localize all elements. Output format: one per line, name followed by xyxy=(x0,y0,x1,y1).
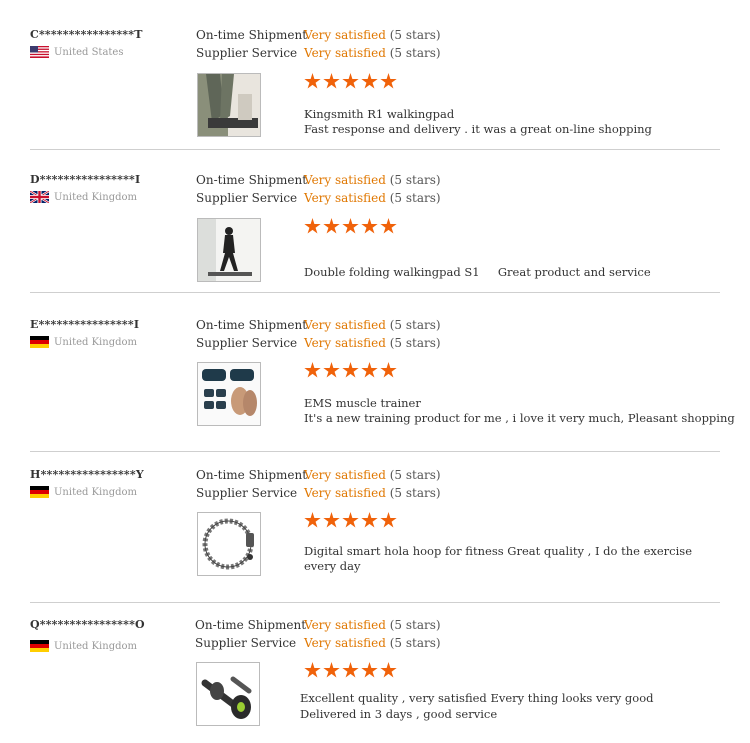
country-name: United Kingdom xyxy=(54,640,137,652)
supplier-label: Supplier Service xyxy=(195,636,297,650)
on-time-label: On-time Shipment xyxy=(196,318,308,332)
on-time-label: On-time Shipment xyxy=(196,173,308,187)
buyer-name: E****************I xyxy=(30,318,140,331)
star-icon xyxy=(342,218,359,234)
star-rating xyxy=(304,512,399,532)
star-rating xyxy=(304,218,399,238)
star-icon xyxy=(304,73,321,89)
star-icon xyxy=(361,218,378,234)
uk-flag-icon xyxy=(30,191,49,203)
supplier-rating: Very satisfied (5 stars) xyxy=(304,46,441,60)
country: United Kingdom xyxy=(30,486,137,498)
on-time-label: On-time Shipment xyxy=(195,618,307,632)
supplier-rating: Very satisfied (5 stars) xyxy=(304,336,441,350)
star-icon xyxy=(361,512,378,528)
country-name: United Kingdom xyxy=(54,486,137,498)
country: United Kingdom xyxy=(30,640,137,652)
star-icon xyxy=(380,218,397,234)
country-name: United Kingdom xyxy=(54,191,137,203)
on-time-rating: Very satisfied (5 stars) xyxy=(304,318,441,332)
star-rating xyxy=(304,362,399,382)
review-photo[interactable] xyxy=(197,218,261,282)
star-icon xyxy=(304,662,321,678)
on-time-rating: Very satisfied (5 stars) xyxy=(304,173,441,187)
us-flag-icon xyxy=(30,46,49,58)
review-photo[interactable] xyxy=(197,512,261,576)
de-flag-icon xyxy=(30,486,49,498)
supplier-label: Supplier Service xyxy=(196,486,298,500)
star-icon xyxy=(342,362,359,378)
review-text: It's a new training product for me , i l… xyxy=(304,411,735,425)
country: United States xyxy=(30,46,123,58)
buyer-name: H****************Y xyxy=(30,468,144,481)
supplier-label: Supplier Service xyxy=(196,191,298,205)
on-time-label: On-time Shipment xyxy=(196,468,308,482)
star-rating xyxy=(304,73,399,93)
supplier-rating: Very satisfied (5 stars) xyxy=(304,191,441,205)
on-time-label: On-time Shipment xyxy=(196,28,308,42)
supplier-label: Supplier Service xyxy=(196,46,298,60)
on-time-rating: Very satisfied (5 stars) xyxy=(304,28,441,42)
review-photo[interactable] xyxy=(196,662,260,726)
star-icon xyxy=(342,662,359,678)
star-icon xyxy=(361,362,378,378)
review-text: Fast response and delivery . it was a gr… xyxy=(304,122,652,136)
star-icon xyxy=(361,73,378,89)
country: United Kingdom xyxy=(30,336,137,348)
de-flag-icon xyxy=(30,640,49,652)
star-icon xyxy=(380,512,397,528)
supplier-rating: Very satisfied (5 stars) xyxy=(304,486,441,500)
review-title: EMS muscle trainer xyxy=(304,396,421,410)
star-icon xyxy=(323,512,340,528)
star-icon xyxy=(361,662,378,678)
buyer-name: Q****************O xyxy=(30,618,145,631)
buyer-name: D****************I xyxy=(30,173,141,186)
review-text: Digital smart hola hoop for fitness Grea… xyxy=(304,544,693,573)
star-icon xyxy=(380,73,397,89)
divider xyxy=(30,292,720,293)
star-icon xyxy=(304,512,321,528)
review-title: Kingsmith R1 walkingpad xyxy=(304,107,455,121)
star-icon xyxy=(380,362,397,378)
supplier-rating: Very satisfied (5 stars) xyxy=(304,636,441,650)
star-icon xyxy=(380,662,397,678)
star-icon xyxy=(304,362,321,378)
review-title: Excellent quality , very satisfied Every… xyxy=(300,691,654,705)
country: United Kingdom xyxy=(30,191,137,203)
review-photo[interactable] xyxy=(197,362,261,426)
star-icon xyxy=(342,73,359,89)
star-icon xyxy=(323,662,340,678)
star-rating xyxy=(304,662,399,682)
country-name: United States xyxy=(54,46,124,58)
review-photo[interactable] xyxy=(197,73,261,137)
de-flag-icon xyxy=(30,336,49,348)
divider xyxy=(30,602,720,603)
review-text: Double folding walkingpad S1 Great produ… xyxy=(304,265,651,279)
star-icon xyxy=(323,362,340,378)
star-icon xyxy=(304,218,321,234)
star-icon xyxy=(323,218,340,234)
on-time-rating: Very satisfied (5 stars) xyxy=(304,618,441,632)
country-name: United Kingdom xyxy=(54,336,137,348)
divider xyxy=(30,451,720,452)
star-icon xyxy=(342,512,359,528)
on-time-rating: Very satisfied (5 stars) xyxy=(304,468,441,482)
buyer-name: C****************T xyxy=(30,28,143,41)
star-icon xyxy=(323,73,340,89)
divider xyxy=(30,149,720,150)
review-text: Delivered in 3 days , good service xyxy=(300,707,498,721)
supplier-label: Supplier Service xyxy=(196,336,298,350)
